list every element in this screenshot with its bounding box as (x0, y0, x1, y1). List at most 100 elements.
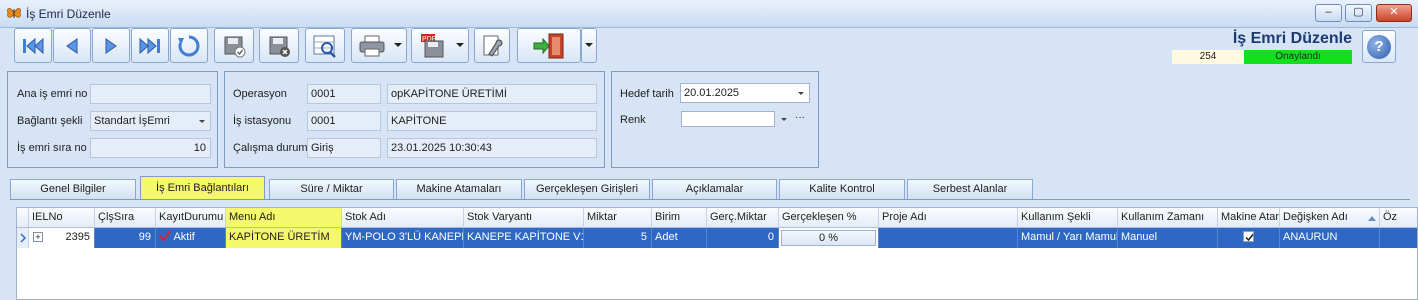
column-header[interactable]: Gerç.Miktar (707, 208, 779, 228)
table-cell[interactable]: 0 (707, 228, 779, 248)
table-cell[interactable]: 5 (584, 228, 652, 248)
calisma-durum-label: Çalışma durum (233, 142, 308, 154)
tab-sure-miktar[interactable]: Süre / Miktar (269, 179, 394, 199)
print-icon (359, 35, 385, 56)
baglanti-sekli-label: Bağlantı şekli (17, 115, 83, 127)
ana-is-emri-no-field[interactable] (90, 84, 211, 104)
chevron-down-icon (394, 43, 402, 47)
is-emri-sira-no-field[interactable]: 10 (90, 138, 211, 158)
column-header[interactable]: Proje Adı (879, 208, 1018, 228)
ana-is-emri-no-label: Ana iş emri no (17, 88, 88, 100)
maximize-button[interactable]: ▢ (1345, 4, 1372, 22)
ielno-value: 2395 (65, 231, 90, 243)
close-button[interactable]: ✕ (1376, 4, 1412, 22)
column-header[interactable]: Gerçekleşen % (779, 208, 879, 228)
last-record-icon (139, 37, 160, 54)
column-header[interactable]: Stok Varyantı (464, 208, 584, 228)
renk-more-button[interactable]: ··· (795, 112, 805, 123)
save-button[interactable] (214, 28, 254, 63)
hedef-tarih-date-picker[interactable]: 20.01.2025 (680, 83, 810, 103)
sort-ascending-icon (1368, 216, 1376, 221)
table-cell[interactable]: KANEPE KAPİTONE V1 (464, 228, 584, 248)
column-header[interactable]: Kullanım Şekli (1018, 208, 1118, 228)
renk-label: Renk (620, 114, 646, 126)
row-indicator[interactable] (17, 228, 29, 248)
column-header[interactable]: ÇlşSıra (95, 208, 156, 228)
table-cell[interactable]: 99 (95, 228, 156, 248)
previous-record-icon (66, 37, 78, 54)
column-header[interactable]: Değişken Adı (1280, 208, 1380, 228)
column-header[interactable]: KayıtDurumu (156, 208, 226, 228)
previous-record-button[interactable] (53, 28, 91, 63)
refresh-button[interactable] (170, 28, 208, 63)
table-cell[interactable]: Adet (652, 228, 707, 248)
column-header[interactable]: Kullanım Zamanı (1118, 208, 1218, 228)
table-cell[interactable]: Aktif (156, 228, 226, 248)
tab-gerceklesen-girisleri[interactable]: Gerçekleşen Girişleri (524, 179, 650, 199)
help-icon: ? (1367, 35, 1391, 59)
tab-serbest-alanlar[interactable]: Serbest Alanlar (907, 179, 1033, 199)
table-cell[interactable]: + 2395 (29, 228, 95, 248)
renk-dropdown-icon[interactable] (781, 118, 787, 121)
table-cell[interactable]: 0 % (779, 228, 879, 248)
expand-icon[interactable]: + (33, 232, 43, 242)
print-button[interactable] (351, 28, 407, 63)
table-cell[interactable] (879, 228, 1018, 248)
column-header[interactable]: Miktar (584, 208, 652, 228)
tab-aciklamalar[interactable]: Açıklamalar (652, 179, 777, 199)
first-record-button[interactable] (14, 28, 52, 63)
baglanti-sekli-select[interactable]: Standart İşEmri (90, 111, 211, 131)
is-istasyonu-name-field: KAPİTONE (387, 111, 597, 131)
target-group: Hedef tarih 20.01.2025 Renk ··· (611, 71, 819, 168)
column-header[interactable]: IELNo (29, 208, 95, 228)
table-cell[interactable]: Manuel (1118, 228, 1218, 248)
window-title: İş Emri Düzenle (26, 7, 111, 21)
work-order-links-grid[interactable]: IELNo ÇlşSıra KayıtDurumu Menu Adı Stok … (16, 207, 1418, 300)
column-header[interactable]: Menu Adı (226, 208, 342, 228)
column-header[interactable]: Birim (652, 208, 707, 228)
last-record-button[interactable] (131, 28, 169, 63)
renk-field[interactable] (681, 111, 775, 127)
hedef-tarih-label: Hedef tarih (620, 88, 674, 100)
table-cell[interactable] (1380, 228, 1417, 248)
operasyon-code-field[interactable]: 0001 (307, 84, 381, 104)
operation-group: Operasyon 0001 opKAPİTONE ÜRETİMİ İş ist… (224, 71, 605, 168)
table-cell[interactable]: YM-POLO 3'LÜ KANEPE K (342, 228, 464, 248)
is-istasyonu-code-field[interactable]: 0001 (307, 111, 381, 131)
first-record-icon (23, 37, 44, 54)
table-cell[interactable]: ANAURUN (1280, 228, 1380, 248)
table-cell[interactable] (1218, 228, 1280, 248)
column-header[interactable]: Stok Adı (342, 208, 464, 228)
table-cell[interactable]: KAPİTONE ÜRETİM (226, 228, 342, 248)
operasyon-label: Operasyon (233, 88, 287, 100)
tab-makine-atamalari[interactable]: Makine Atamaları (396, 179, 522, 199)
table-cell[interactable]: Mamul / Yarı Mamul (1018, 228, 1118, 248)
settings-button[interactable] (474, 28, 510, 63)
help-button[interactable]: ? (1362, 30, 1396, 63)
next-record-button[interactable] (92, 28, 130, 63)
makine-atan-checkbox[interactable] (1243, 230, 1254, 242)
kayit-durumu-value: Aktif (173, 231, 195, 243)
operasyon-name-field: opKAPİTONE ÜRETİMİ (387, 84, 597, 104)
title-bar: İş Emri Düzenle – ▢ ✕ (0, 0, 1418, 28)
tab-is-emri-baglantilari[interactable]: İş Emri Bağlantıları (140, 176, 265, 200)
column-header[interactable]: Öz (1380, 208, 1417, 228)
tab-kalite-kontrol[interactable]: Kalite Kontrol (779, 179, 905, 199)
calisma-durum-time-field: 23.01.2025 10:30:43 (387, 138, 597, 158)
chevron-down-icon (585, 43, 593, 47)
baglanti-sekli-value: Standart İşEmri (94, 115, 170, 127)
status-badge: Onaylandı (1244, 50, 1352, 64)
save-icon (224, 36, 246, 57)
exit-button[interactable] (517, 28, 581, 63)
preview-button[interactable] (305, 28, 345, 63)
tab-genel-bilgiler[interactable]: Genel Bilgiler (10, 179, 136, 199)
column-header[interactable]: Makine Atan (1218, 208, 1280, 228)
calisma-durum-code-field[interactable]: Giriş (307, 138, 381, 158)
delete-icon (269, 36, 290, 57)
chevron-down-icon (456, 43, 464, 47)
minimize-button[interactable]: – (1315, 4, 1342, 22)
exit-dropdown-button[interactable] (581, 28, 597, 63)
delete-button[interactable] (259, 28, 299, 63)
butterfly-icon (7, 8, 21, 18)
pdf-export-button[interactable]: PDF (411, 28, 469, 63)
